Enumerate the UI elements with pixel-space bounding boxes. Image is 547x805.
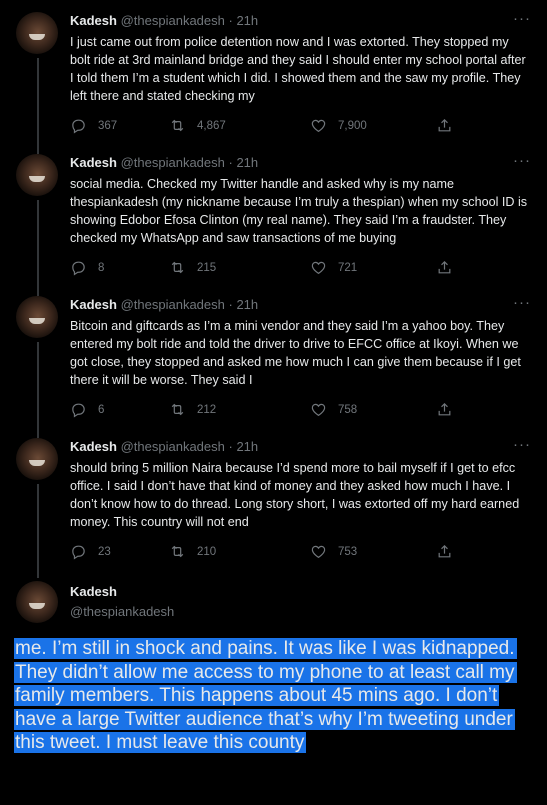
like-icon: [311, 119, 326, 133]
avatar[interactable]: [16, 296, 58, 338]
timestamp[interactable]: · 21h: [229, 297, 259, 312]
author-name[interactable]: Kadesh: [70, 155, 117, 170]
author-handle[interactable]: @thespiankadesh: [121, 13, 225, 28]
retweet-count: 210: [197, 545, 217, 558]
reply-count: 6: [98, 403, 105, 416]
retweet-icon: [171, 403, 184, 416]
reply-icon: [72, 261, 85, 276]
tweet-actions: 6 212 758: [70, 401, 451, 419]
retweet-count: 4,867: [197, 119, 226, 132]
timestamp[interactable]: · 21h: [229, 13, 259, 28]
share-button[interactable]: [436, 543, 453, 560]
tweet[interactable]: Kadesh @thespiankadesh · 21h ··· should …: [0, 426, 547, 568]
reply-icon: [72, 545, 85, 560]
like-count: 753: [338, 545, 358, 558]
like-button[interactable]: 721: [310, 259, 357, 276]
tweet-header: Kadesh @thespiankadesh · 21h: [70, 296, 531, 314]
tweet-header: Kadesh @thespiankadesh · 21h: [70, 154, 531, 172]
tweet-header: Kadesh @thespiankadesh · 21h: [70, 12, 531, 30]
reply-button[interactable]: 367: [70, 117, 117, 134]
reply-icon: [72, 119, 85, 134]
author-name[interactable]: Kadesh: [70, 297, 117, 312]
author-name[interactable]: Kadesh: [70, 584, 117, 599]
main-tweet-text[interactable]: me. I’m still in shock and pains. It was…: [14, 637, 534, 755]
tweet-header: Kadesh @thespiankadesh · 21h: [70, 438, 531, 456]
share-button[interactable]: [436, 117, 453, 134]
tweet-actions: 8 215 721: [70, 259, 451, 277]
tweet[interactable]: Kadesh @thespiankadesh · 21h ··· I just …: [0, 0, 547, 142]
tweet-text: social media. Checked my Twitter handle …: [70, 177, 528, 245]
tweet[interactable]: Kadesh @thespiankadesh · 21h ··· social …: [0, 142, 547, 284]
more-icon[interactable]: ···: [513, 437, 531, 452]
share-icon: [438, 544, 451, 558]
author-name[interactable]: Kadesh: [70, 439, 117, 454]
tweet-text: Bitcoin and giftcards as I’m a mini vend…: [70, 319, 521, 387]
like-count: 758: [338, 403, 358, 416]
author-name[interactable]: Kadesh: [70, 13, 117, 28]
more-icon[interactable]: ···: [513, 11, 531, 26]
like-button[interactable]: 7,900: [310, 117, 367, 134]
timestamp[interactable]: · 21h: [229, 155, 259, 170]
author-handle[interactable]: @thespiankadesh: [121, 439, 225, 454]
share-button[interactable]: [436, 401, 453, 418]
like-icon: [311, 403, 326, 417]
more-icon[interactable]: ···: [513, 295, 531, 310]
share-icon: [438, 118, 451, 132]
like-count: 721: [338, 261, 358, 274]
tweet-text: I just came out from police detention no…: [70, 35, 526, 103]
share-icon: [438, 260, 451, 274]
like-button[interactable]: 753: [310, 543, 357, 560]
retweet-count: 215: [197, 261, 217, 274]
reply-count: 8: [98, 261, 105, 274]
reply-icon: [72, 403, 85, 418]
retweet-icon: [171, 119, 184, 132]
reply-button[interactable]: 8: [70, 259, 104, 276]
timestamp[interactable]: · 21h: [229, 439, 259, 454]
retweet-icon: [171, 261, 184, 274]
selected-text-highlight[interactable]: me. I’m still in shock and pains. It was…: [14, 638, 517, 754]
retweet-button[interactable]: 4,867: [169, 117, 226, 134]
reply-button[interactable]: 23: [70, 543, 111, 560]
reply-count: 23: [98, 545, 111, 558]
tweet[interactable]: Kadesh @thespiankadesh · 21h ··· Bitcoin…: [0, 284, 547, 426]
author-handle[interactable]: @thespiankadesh: [121, 155, 225, 170]
author-handle[interactable]: @thespiankadesh: [121, 297, 225, 312]
retweet-count: 212: [197, 403, 217, 416]
avatar[interactable]: [16, 12, 58, 54]
author-handle[interactable]: @thespiankadesh: [70, 604, 174, 619]
retweet-button[interactable]: 212: [169, 401, 216, 418]
retweet-button[interactable]: 210: [169, 543, 216, 560]
like-button[interactable]: 758: [310, 401, 357, 418]
retweet-icon: [171, 545, 184, 558]
share-button[interactable]: [436, 259, 453, 276]
avatar[interactable]: [16, 154, 58, 196]
tweet-text: should bring 5 million Naira because I’d…: [70, 461, 520, 529]
reply-count: 367: [98, 119, 118, 132]
like-icon: [311, 545, 326, 559]
share-icon: [438, 402, 451, 416]
tweet-actions: 23 210 753: [70, 543, 451, 561]
avatar[interactable]: [16, 438, 58, 480]
avatar[interactable]: [16, 581, 58, 623]
reply-button[interactable]: 6: [70, 401, 104, 418]
tweet-actions: 367 4,867 7,900: [70, 117, 451, 135]
like-count: 7,900: [338, 119, 367, 132]
like-icon: [311, 261, 326, 275]
more-icon[interactable]: ···: [513, 153, 531, 168]
retweet-button[interactable]: 215: [169, 259, 216, 276]
